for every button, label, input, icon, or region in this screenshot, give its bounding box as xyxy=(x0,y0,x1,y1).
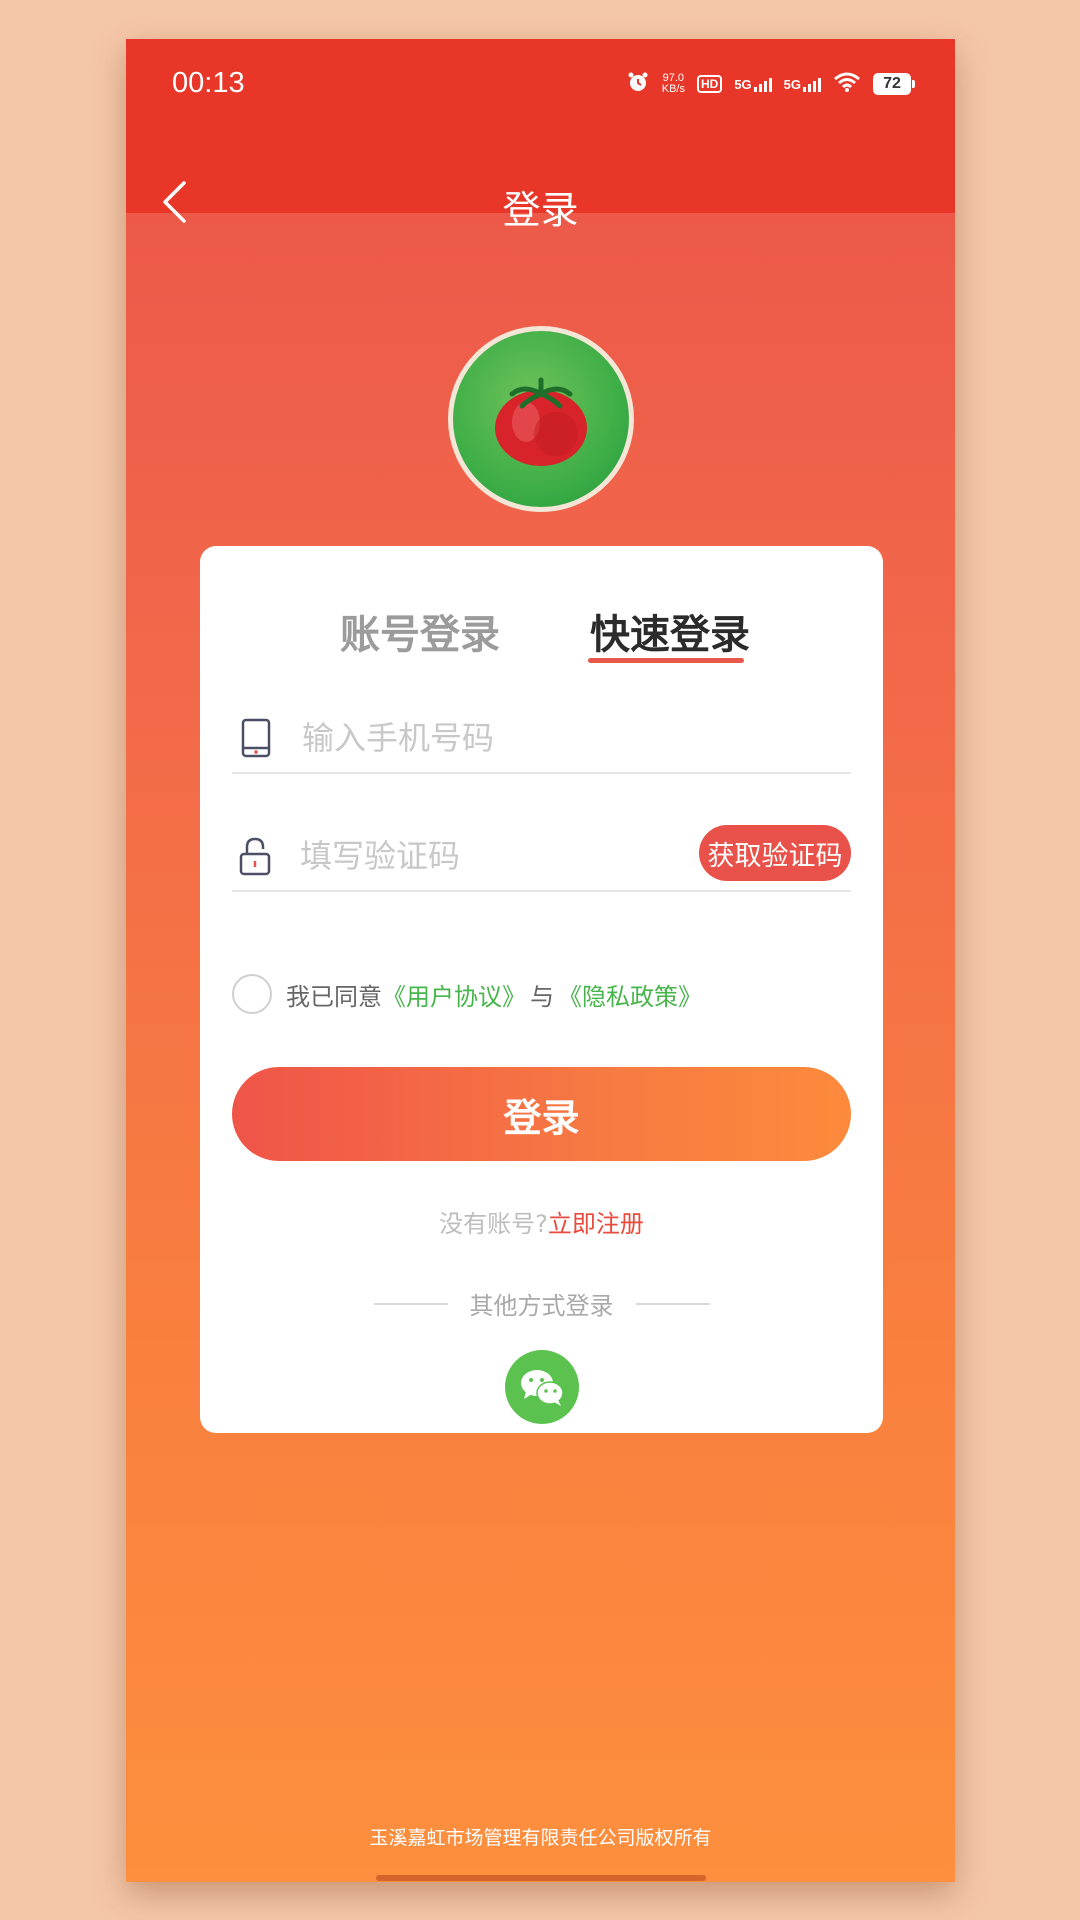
divider-line-left xyxy=(373,1302,448,1305)
signal-1-label: 5G xyxy=(734,76,752,92)
register-link[interactable]: 立即注册 xyxy=(548,1210,644,1238)
user-agreement-link[interactable]: 《用户协议》 xyxy=(382,977,526,1012)
divider-line-right xyxy=(635,1302,710,1305)
hd-badge: HD xyxy=(696,75,723,93)
agree-and: 与 xyxy=(530,982,554,1011)
top-bar: 00:13 97.0 KB/s HD 5G 5G 72 登录 xyxy=(126,39,955,232)
phone-input[interactable] xyxy=(302,719,851,757)
agree-checkbox[interactable] xyxy=(232,974,272,1014)
wifi-icon xyxy=(833,71,861,97)
status-icons: 97.0 KB/s HD 5G 5G 72 xyxy=(626,69,915,99)
tab-account-login[interactable]: 账号登录 xyxy=(340,602,500,660)
code-field: 获取验证码 xyxy=(232,822,851,892)
other-login-label: 其他方式登录 xyxy=(469,1292,614,1320)
agree-prefix: 我已同意 xyxy=(286,982,382,1011)
home-indicator[interactable] xyxy=(376,1875,706,1881)
login-button[interactable]: 登录 xyxy=(232,1067,851,1161)
wechat-login-button[interactable] xyxy=(505,1350,579,1424)
active-tab-indicator xyxy=(588,658,744,663)
agreement-row: 我已同意 《用户协议》 与 《隐私政策》 xyxy=(232,974,702,1014)
status-time: 00:13 xyxy=(172,67,245,99)
copyright-footer: 玉溪嘉虹市场管理有限责任公司版权所有 xyxy=(369,1827,712,1849)
tomato-icon xyxy=(495,377,587,466)
phone-field xyxy=(232,704,851,774)
privacy-policy-link[interactable]: 《隐私政策》 xyxy=(558,977,702,1012)
app-logo xyxy=(448,326,634,512)
lock-icon xyxy=(238,834,272,878)
signal-5g-1: 5G xyxy=(734,76,772,92)
tab-quick-login[interactable]: 快速登录 xyxy=(590,602,750,660)
code-input[interactable] xyxy=(300,837,699,875)
page-title: 登录 xyxy=(502,188,579,232)
battery-icon: 72 xyxy=(873,73,915,95)
get-code-button[interactable]: 获取验证码 xyxy=(699,825,851,881)
register-row: 没有账号?立即注册 xyxy=(200,1204,883,1239)
alarm-icon xyxy=(626,70,650,98)
phone-screen: 00:13 97.0 KB/s HD 5G 5G 72 登录 账号登录 快速登录… xyxy=(126,39,955,1882)
register-prompt: 没有账号? xyxy=(439,1210,548,1238)
wechat-icon xyxy=(521,1370,564,1406)
signal-5g-2: 5G xyxy=(784,77,821,92)
network-speed: 97.0 KB/s xyxy=(662,73,685,95)
login-card: 账号登录 快速登录 获取验证码 我已同意 《用户协议》 与 《隐私政策》 登录 … xyxy=(200,546,883,1433)
other-login-divider: 其他方式登录 xyxy=(200,1286,883,1321)
phone-icon xyxy=(238,716,274,760)
network-speed-unit: KB/s xyxy=(661,83,685,95)
signal-2-label: 5G xyxy=(783,76,801,92)
